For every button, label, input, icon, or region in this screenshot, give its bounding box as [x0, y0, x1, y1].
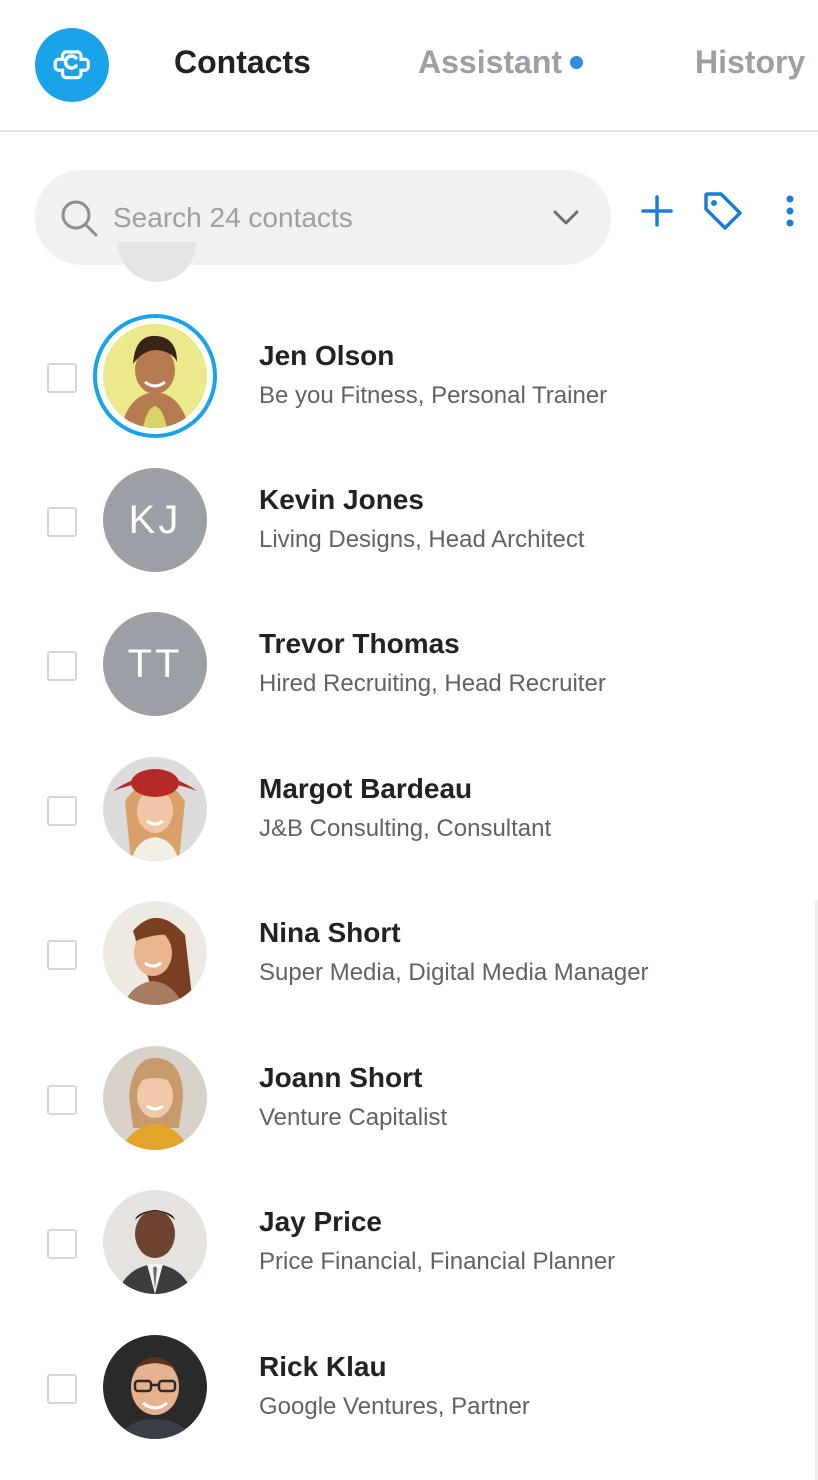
- contact-name: Joann Short: [259, 1062, 423, 1093]
- avatar: [103, 1335, 207, 1439]
- contact-name: Margot Bardeau: [259, 773, 473, 804]
- select-checkbox[interactable]: [47, 507, 77, 537]
- avatar: [103, 901, 207, 1005]
- avatar: KJ: [103, 468, 207, 572]
- avatar: [103, 1046, 207, 1150]
- tab-assistant[interactable]: Assistant: [418, 42, 562, 82]
- chevron-down-icon[interactable]: [552, 208, 580, 231]
- contact-row-margot-bardeau[interactable]: Margot Bardeau J&B Consulting, Consultan…: [0, 737, 818, 881]
- contact-subtitle: Be you Fitness, Personal Trainer: [259, 382, 608, 409]
- search-icon: [59, 198, 99, 243]
- contact-row-rick-klau[interactable]: Rick Klau Google Ventures, Partner: [0, 1315, 818, 1459]
- contact-name: Jen Olson: [259, 340, 395, 371]
- contact-name: Nina Short: [259, 917, 401, 948]
- select-checkbox[interactable]: [47, 651, 77, 681]
- contact-name: Trevor Thomas: [259, 628, 460, 659]
- select-checkbox[interactable]: [47, 796, 77, 826]
- plus-icon: [640, 194, 674, 233]
- tab-history[interactable]: History: [695, 42, 805, 82]
- select-checkbox[interactable]: [47, 363, 77, 393]
- contact-row-jen-olson[interactable]: Jen Olson Be you Fitness, Personal Train…: [0, 304, 818, 448]
- select-checkbox[interactable]: [47, 940, 77, 970]
- select-checkbox[interactable]: [47, 1229, 77, 1259]
- contact-row-nina-short[interactable]: Nina Short Super Media, Digital Media Ma…: [0, 881, 818, 1025]
- avatar: [103, 757, 207, 861]
- contact-row-trevor-thomas[interactable]: TT Trevor Thomas Hired Recruiting, Head …: [0, 592, 818, 736]
- add-contact-button[interactable]: [632, 188, 682, 238]
- avatar: [103, 1190, 207, 1294]
- contact-name: Rick Klau: [259, 1351, 387, 1382]
- more-options-button[interactable]: [765, 188, 815, 238]
- contact-subtitle: Hired Recruiting, Head Recruiter: [259, 670, 606, 697]
- contact-row-kevin-jones[interactable]: KJ Kevin Jones Living Designs, Head Arch…: [0, 448, 818, 592]
- avatar: [118, 242, 196, 282]
- contact-row-jay-price[interactable]: Jay Price Price Financial, Financial Pla…: [0, 1170, 818, 1314]
- select-checkbox[interactable]: [47, 1374, 77, 1404]
- contact-subtitle: J&B Consulting, Consultant: [259, 815, 552, 842]
- contact-name: Kevin Jones: [259, 484, 424, 515]
- tab-contacts[interactable]: Contacts: [174, 42, 311, 82]
- contact-subtitle: Price Financial, Financial Planner: [259, 1248, 616, 1275]
- contact-subtitle: Google Ventures, Partner: [259, 1393, 530, 1420]
- top-nav-bar: Contacts Assistant History: [0, 0, 818, 132]
- contact-row-joann-short[interactable]: Joann Short Venture Capitalist: [0, 1026, 818, 1170]
- tag-icon: [701, 189, 745, 238]
- app-logo-icon[interactable]: [35, 28, 109, 102]
- contact-subtitle: Venture Capitalist: [259, 1104, 448, 1131]
- avatar: [103, 324, 207, 428]
- contact-name: Jay Price: [259, 1206, 382, 1237]
- contact-subtitle: Super Media, Digital Media Manager: [259, 959, 649, 986]
- tag-button[interactable]: [698, 188, 748, 238]
- avatar: TT: [103, 612, 207, 716]
- more-vertical-icon: [784, 193, 796, 234]
- assistant-notification-dot: [570, 56, 583, 69]
- select-checkbox[interactable]: [47, 1085, 77, 1115]
- contact-subtitle: Living Designs, Head Architect: [259, 526, 585, 553]
